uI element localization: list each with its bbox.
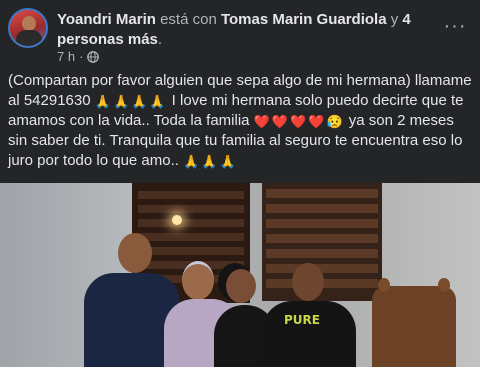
heart-emoji-2: ❤️ [271, 114, 289, 129]
and-text: y [390, 11, 399, 28]
pray-emoji-4: 🙏 [149, 94, 166, 109]
person-head [226, 269, 256, 303]
pray-emoji-1: 🙏 [94, 94, 111, 109]
person-head [182, 261, 214, 300]
person-head [118, 233, 152, 273]
pray-emoji-6: 🙏 [201, 154, 218, 169]
sad-emoji: 😥 [326, 114, 343, 129]
post-time-link[interactable]: 7 h [57, 49, 75, 64]
photo-chair [372, 278, 456, 367]
author-name-link[interactable]: Yoandri Marin [57, 11, 156, 28]
post-title-line: Yoandri Marin está con Tomas Marin Guard… [57, 10, 422, 50]
avatar-face [22, 16, 36, 31]
post-body-text: (Compartan por favor alguien que sepa al… [8, 71, 474, 171]
heart-emoji-1: ❤️ [253, 114, 270, 129]
shutter-slat [266, 249, 378, 258]
meta-separator: · [79, 49, 84, 64]
more-options-button[interactable]: ··· [441, 12, 469, 40]
door-slat [138, 191, 244, 199]
shutter-slat [266, 204, 378, 213]
person-head [292, 263, 324, 301]
chair-knob [378, 278, 390, 292]
avatar-body [16, 30, 42, 46]
door-slat [138, 219, 244, 227]
title-period: . [157, 31, 163, 48]
person-man-right: PURE [262, 263, 358, 367]
photo-lamp [172, 215, 182, 225]
heart-emoji-3: ❤️ [290, 114, 307, 129]
door-slat [138, 205, 244, 213]
pray-emoji-2: 🙏 [112, 94, 130, 109]
shirt-print-text: PURE [284, 313, 320, 327]
tagged-person-link[interactable]: Tomas Marin Guardiola [221, 11, 387, 28]
post-photo[interactable]: PURE [0, 183, 480, 367]
shutter-slat [266, 234, 378, 243]
globe-icon [87, 50, 100, 63]
with-text: está con [160, 11, 217, 28]
post-meta: 7 h · [57, 49, 100, 64]
author-avatar[interactable] [8, 8, 48, 48]
shutter-slat [266, 189, 378, 198]
chair-knob [438, 278, 450, 292]
pray-emoji-7: 🙏 [219, 154, 236, 169]
pray-emoji-3: 🙏 [131, 94, 148, 109]
post-header: Yoandri Marin está con Tomas Marin Guard… [0, 0, 480, 68]
pray-emoji-5: 🙏 [183, 154, 200, 169]
heart-emoji-4: ❤️ [308, 114, 325, 129]
person-shirt: PURE [262, 301, 356, 367]
shutter-slat [266, 219, 378, 228]
